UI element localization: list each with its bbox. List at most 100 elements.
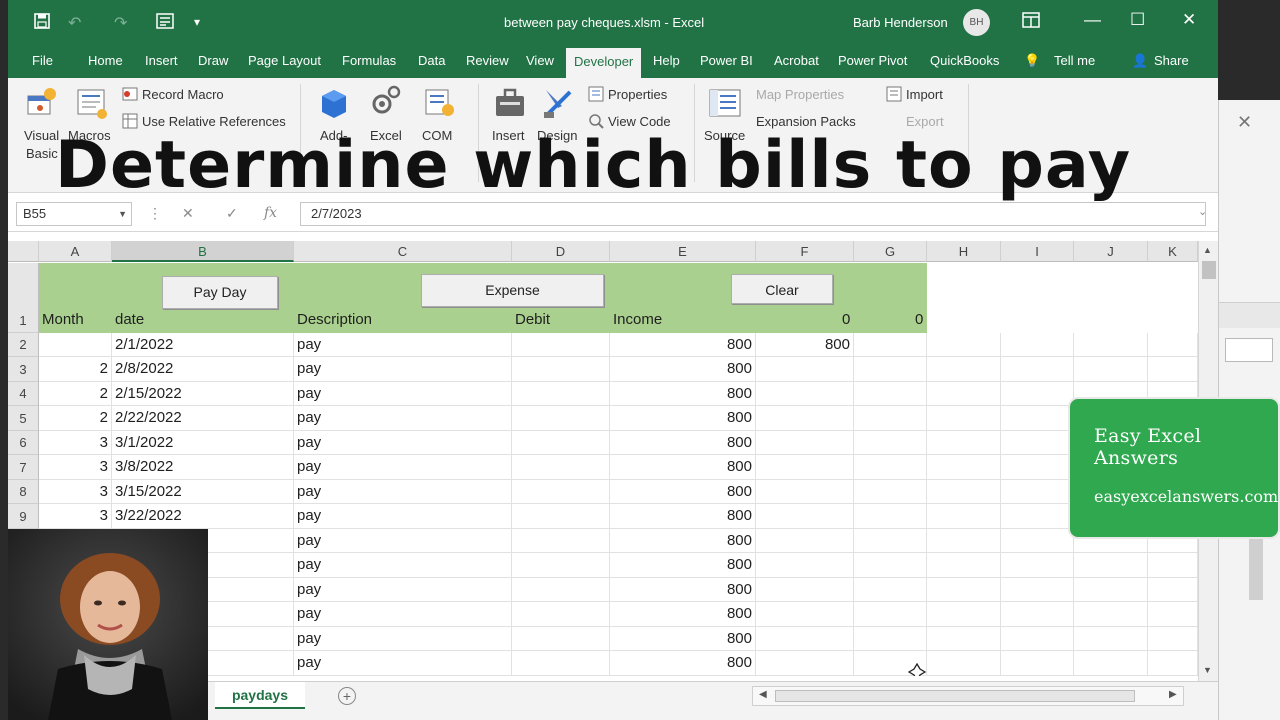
column-header-a[interactable]: A xyxy=(39,241,112,262)
cell-debit[interactable] xyxy=(512,553,610,578)
cell-month[interactable]: 2 xyxy=(39,406,112,431)
com-add-ins-icon[interactable] xyxy=(422,86,456,125)
cell-i[interactable] xyxy=(1001,431,1074,455)
cell-k[interactable] xyxy=(1148,602,1198,627)
cell-description[interactable]: pay xyxy=(294,553,512,578)
scroll-down-icon[interactable]: ▼ xyxy=(1203,665,1212,675)
cell-i[interactable] xyxy=(1001,578,1074,602)
row-header[interactable]: 1 xyxy=(8,263,39,333)
add-ins-icon[interactable] xyxy=(316,86,350,125)
tab-power-pivot[interactable]: Power Pivot xyxy=(838,46,907,78)
cell-description[interactable]: pay xyxy=(294,455,512,480)
horizontal-scrollbar[interactable]: ◀ ▶ xyxy=(752,686,1184,706)
cell-month[interactable]: 3 xyxy=(39,504,112,529)
cell-income[interactable]: 800 xyxy=(610,602,756,627)
maximize-icon[interactable]: ☐ xyxy=(1130,10,1145,30)
tab-draw[interactable]: Draw xyxy=(198,46,228,78)
macros-icon[interactable] xyxy=(74,86,110,127)
cell-h[interactable] xyxy=(927,480,1001,504)
cell-description[interactable]: pay xyxy=(294,504,512,529)
cell-h[interactable] xyxy=(927,553,1001,578)
cell-income[interactable]: 800 xyxy=(610,382,756,406)
insert-controls-icon[interactable] xyxy=(494,86,528,125)
select-all-corner[interactable] xyxy=(8,241,39,262)
row-header[interactable]: 6 xyxy=(8,431,39,455)
name-box[interactable]: B55 ▼ xyxy=(16,202,132,226)
formula-input[interactable]: 2/7/2023 xyxy=(300,202,1206,226)
use-relative-references-button[interactable]: Use Relative References xyxy=(142,114,286,129)
customize-quick-access-icon[interactable]: ▾ xyxy=(194,15,200,29)
cell-k[interactable] xyxy=(1148,553,1198,578)
tab-acrobat[interactable]: Acrobat xyxy=(774,46,819,78)
cell-g[interactable] xyxy=(854,357,927,382)
cell-description[interactable]: pay xyxy=(294,529,512,553)
cell-description[interactable]: pay xyxy=(294,382,512,406)
cell-g[interactable] xyxy=(854,504,927,529)
cell-h[interactable] xyxy=(927,651,1001,676)
cell-date[interactable]: 2/22/2022 xyxy=(112,406,294,431)
expansion-packs-button[interactable]: Expansion Packs xyxy=(756,114,856,129)
tab-view[interactable]: View xyxy=(526,46,554,78)
cell-month[interactable]: 3 xyxy=(39,480,112,504)
cell-income[interactable]: 800 xyxy=(610,431,756,455)
cell-i[interactable] xyxy=(1001,357,1074,382)
tab-data[interactable]: Data xyxy=(418,46,445,78)
cell-k[interactable] xyxy=(1148,651,1198,676)
tab-insert[interactable]: Insert xyxy=(145,46,178,78)
cell-h[interactable] xyxy=(927,455,1001,480)
redo-icon[interactable]: ↷ xyxy=(114,13,127,33)
cell-income[interactable]: 800 xyxy=(610,504,756,529)
cell-g[interactable] xyxy=(854,529,927,553)
cell-date[interactable]: 3/22/2022 xyxy=(112,504,294,529)
cell-debit[interactable] xyxy=(512,578,610,602)
cell-f[interactable] xyxy=(756,651,854,676)
cell-debit[interactable] xyxy=(512,357,610,382)
close-icon[interactable]: ✕ xyxy=(1237,112,1252,133)
cell-f[interactable] xyxy=(756,602,854,627)
cell-income[interactable]: 800 xyxy=(610,627,756,651)
cell-k[interactable] xyxy=(1148,627,1198,651)
expand-formula-icon[interactable]: ⌄ xyxy=(1198,205,1207,218)
tab-formulas[interactable]: Formulas xyxy=(342,46,396,78)
properties-button[interactable]: Properties xyxy=(608,87,667,102)
cell-i[interactable] xyxy=(1001,651,1074,676)
cell-j[interactable] xyxy=(1074,651,1148,676)
row-header[interactable]: 3 xyxy=(8,357,39,382)
cell-f[interactable] xyxy=(756,578,854,602)
cell-j[interactable] xyxy=(1074,627,1148,651)
cell-income[interactable]: 800 xyxy=(610,553,756,578)
close-window-icon[interactable]: ✕ xyxy=(1182,10,1196,30)
cell-f[interactable] xyxy=(756,627,854,651)
cell-h[interactable] xyxy=(927,578,1001,602)
cell-date[interactable]: 2/15/2022 xyxy=(112,382,294,406)
record-macro-button[interactable]: Record Macro xyxy=(142,87,224,102)
tab-power-bi[interactable]: Power BI xyxy=(700,46,753,78)
tab-page-layout[interactable]: Page Layout xyxy=(248,46,321,78)
user-name[interactable]: Barb Henderson xyxy=(853,15,948,30)
cell-description[interactable]: pay xyxy=(294,602,512,627)
share-button[interactable]: Share xyxy=(1154,46,1189,78)
cell-g[interactable] xyxy=(854,480,927,504)
column-header-e[interactable]: E xyxy=(610,241,756,262)
row-header[interactable]: 7 xyxy=(8,455,39,480)
cell-i[interactable] xyxy=(1001,529,1074,553)
cell-month[interactable]: 2 xyxy=(39,357,112,382)
cell-income[interactable]: 800 xyxy=(610,357,756,382)
scroll-thumb[interactable] xyxy=(1202,261,1216,279)
pay-day-button[interactable]: Pay Day xyxy=(162,276,278,309)
cell-f[interactable] xyxy=(756,406,854,431)
cell-date[interactable]: 2/8/2022 xyxy=(112,357,294,382)
tab-developer[interactable]: Developer xyxy=(566,46,642,78)
cell-i[interactable] xyxy=(1001,382,1074,406)
cell-i[interactable] xyxy=(1001,602,1074,627)
cell-g[interactable] xyxy=(854,431,927,455)
cell-debit[interactable] xyxy=(512,480,610,504)
cell-k[interactable] xyxy=(1148,578,1198,602)
cell-i[interactable] xyxy=(1001,627,1074,651)
column-header-c[interactable]: C xyxy=(294,241,512,262)
column-header-k[interactable]: K xyxy=(1148,241,1198,262)
form-icon[interactable] xyxy=(156,13,174,34)
cell-j[interactable] xyxy=(1074,553,1148,578)
chevron-down-icon[interactable]: ▼ xyxy=(118,203,127,225)
cell-h[interactable] xyxy=(927,602,1001,627)
